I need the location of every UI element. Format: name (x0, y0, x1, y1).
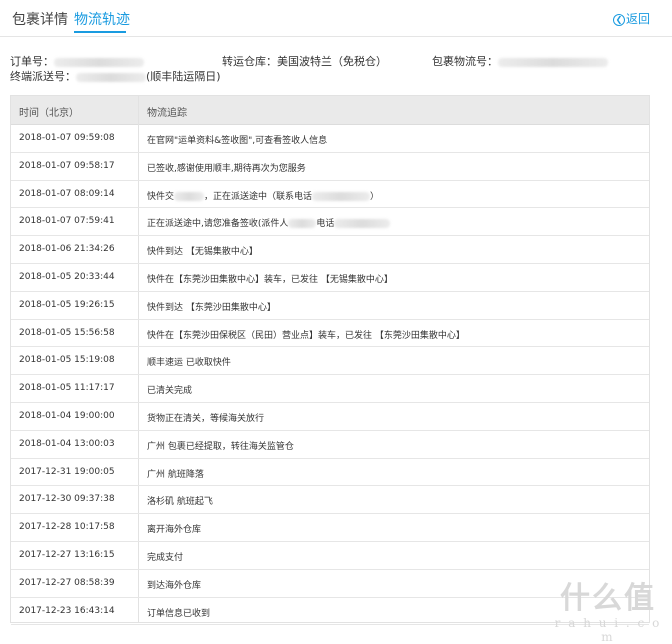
row-time: 2018-01-05 11:17:17 (19, 383, 115, 394)
table-row: 2018-01-07 09:59:08 在官网"运单资料&签收图",可查看签收人信… (11, 125, 649, 153)
final-delivery-suffix: (顺丰陆运隔日) (146, 70, 221, 83)
tracking-redacted (498, 57, 608, 67)
row-desc: 已签收,感谢使用顺丰,期待再次为您服务 (147, 163, 306, 174)
active-tab-indicator (74, 31, 126, 33)
row-time: 2018-01-06 21:34:26 (19, 244, 115, 255)
table-row: 2018-01-07 09:58:17 已签收,感谢使用顺丰,期待再次为您服务 (11, 153, 649, 181)
row-time: 2017-12-28 10:17:58 (19, 522, 115, 533)
table-row: 2017-12-28 10:17:58 离开海外仓库 (11, 514, 649, 542)
tab-logistics-track[interactable]: 物流轨迹 (74, 9, 130, 29)
back-label: 返回 (625, 12, 650, 26)
table-row: 2018-01-07 08:09:14 快件交 ，正在派送途中（联系电话 ） (11, 181, 649, 209)
table-header: 时间（北京） 物流追踪 (11, 96, 649, 125)
tab-bar: 包裹详情 物流轨迹 ❮ 返回 (0, 0, 672, 37)
site-watermark: 什么值 r a h u i . c o m (548, 581, 668, 644)
table-row: 2018-01-05 15:19:08 顺丰速运 已收取快件 (11, 347, 649, 376)
order-number-field: 订单号： (10, 53, 144, 69)
table-body: 2018-01-07 09:59:08 在官网"运单资料&签收图",可查看签收人信… (11, 125, 649, 626)
back-arrow-icon: ❮ (612, 14, 625, 26)
table-row: 2017-12-30 09:37:38 洛杉矶 航班起飞 (11, 486, 649, 515)
row-time: 2018-01-04 19:00:00 (19, 410, 115, 421)
row-desc: 正在派送途中,请您准备签收(派件人 电话 (147, 216, 391, 230)
row-time: 2018-01-07 07:59:41 (19, 216, 115, 227)
row-desc: 广州 包裹已经提取，转往海关监管仓 (147, 441, 294, 452)
row-time: 2018-01-05 15:56:58 (19, 327, 115, 338)
table-row: 2018-01-07 07:59:41 正在派送途中,请您准备签收(派件人 电话 (11, 208, 649, 237)
row-time: 2018-01-07 09:59:08 (19, 133, 115, 143)
phone-redacted (334, 219, 391, 229)
row-time: 2017-12-27 08:58:39 (19, 577, 115, 588)
row-desc: 到达海外仓库 (147, 580, 202, 591)
row-time: 2018-01-05 15:19:08 (19, 355, 115, 366)
table-row: 2018-01-05 19:26:15 快件到达 【东莞沙田集散中心】 (11, 292, 649, 320)
row-desc-part: ） (370, 191, 380, 202)
row-desc: 顺丰速运 已收取快件 (147, 358, 231, 369)
final-delivery-label: 终端派送号： (10, 70, 76, 83)
row-desc: 离开海外仓库 (147, 525, 202, 536)
row-time: 2018-01-07 08:09:14 (19, 188, 115, 199)
warehouse-value: 美国波特兰（免税仓） (277, 55, 387, 68)
table-row: 2017-12-31 19:00:05 广州 航班降落 (11, 459, 649, 487)
table-row: 2018-01-05 15:56:58 快件在【东莞沙田保税区（民田）营业点】装车… (11, 320, 649, 348)
warehouse-field: 转运仓库：美国波特兰（免税仓） (222, 53, 387, 69)
watermark-logo-text: 什么值 (560, 581, 656, 616)
row-desc: 快件在【东莞沙田保税区（民田）营业点】装车，已发往 【东莞沙田集散中心】 (147, 330, 465, 341)
table-row: 2018-01-04 19:00:00 货物正在清关，等候海关放行 (11, 403, 649, 431)
row-desc: 订单信息已收到 (147, 608, 211, 619)
table-row: 2018-01-06 21:34:26 快件到达 【无锡集散中心】 (11, 236, 649, 264)
courier-redacted (174, 191, 205, 201)
back-link[interactable]: ❮ 返回 (612, 10, 650, 27)
row-desc: 已清关完成 (147, 386, 193, 397)
row-desc: 广州 航班降落 (147, 469, 204, 480)
warehouse-label: 转运仓库： (222, 55, 277, 68)
row-time: 2018-01-05 20:33:44 (19, 271, 115, 282)
row-time: 2017-12-30 09:37:38 (19, 494, 115, 505)
row-desc: 快件交 ，正在派送途中（联系电话 ） (147, 189, 379, 202)
header-tracking: 物流追踪 (147, 108, 187, 119)
row-desc-part: 快件交 (147, 191, 175, 202)
row-desc: 快件到达 【无锡集散中心】 (147, 247, 258, 258)
table-row: 2017-12-27 13:16:15 完成支付 (11, 542, 649, 570)
order-number-redacted (54, 57, 144, 67)
row-desc-part: 正在派送途中,请您准备签收(派件人 (147, 219, 289, 230)
logistics-table: 时间（北京） 物流追踪 2018-01-07 09:59:08 在官网"运单资料&… (10, 95, 650, 626)
tracking-label: 包裹物流号： (432, 55, 498, 68)
table-row: 2018-01-05 11:17:17 已清关完成 (11, 375, 649, 403)
row-desc-part: 电话 (316, 219, 335, 230)
row-time: 2018-01-04 13:00:03 (19, 438, 115, 449)
final-delivery-field: 终端派送号： (顺丰陆运隔日) (10, 68, 221, 84)
row-desc: 洛杉矶 航班起飞 (147, 497, 213, 508)
row-time: 2018-01-05 19:26:15 (19, 299, 115, 310)
row-time: 2017-12-31 19:00:05 (19, 466, 115, 477)
final-delivery-redacted (76, 72, 146, 82)
row-desc: 完成支付 (147, 552, 184, 563)
row-desc: 在官网"运单资料&签收图",可查看签收人信息 (147, 136, 328, 146)
header-time: 时间（北京） (19, 108, 79, 119)
table-row: 2018-01-05 20:33:44 快件在【东莞沙田集散中心】装车，已发往 【… (11, 264, 649, 292)
row-time: 2017-12-27 13:16:15 (19, 549, 115, 560)
courier-redacted (288, 219, 317, 229)
row-desc: 快件到达 【东莞沙田集散中心】 (147, 302, 276, 313)
phone-redacted (312, 191, 371, 201)
table-row: 2018-01-04 13:00:03 广州 包裹已经提取，转往海关监管仓 (11, 431, 649, 459)
row-desc: 快件在【东莞沙田集散中心】装车，已发往 【无锡集散中心】 (147, 274, 393, 285)
row-desc-part: ，正在派送途中（联系电话 (204, 191, 313, 202)
row-time: 2018-01-07 09:58:17 (19, 160, 115, 171)
tracking-field: 包裹物流号： (432, 53, 608, 69)
watermark-domain: r a h u i . c o m (554, 616, 662, 644)
row-time: 2017-12-23 16:43:14 (19, 605, 115, 616)
row-desc: 货物正在清关，等候海关放行 (147, 413, 265, 424)
order-number-label: 订单号： (10, 55, 54, 68)
tab-package-details[interactable]: 包裹详情 (12, 9, 68, 29)
